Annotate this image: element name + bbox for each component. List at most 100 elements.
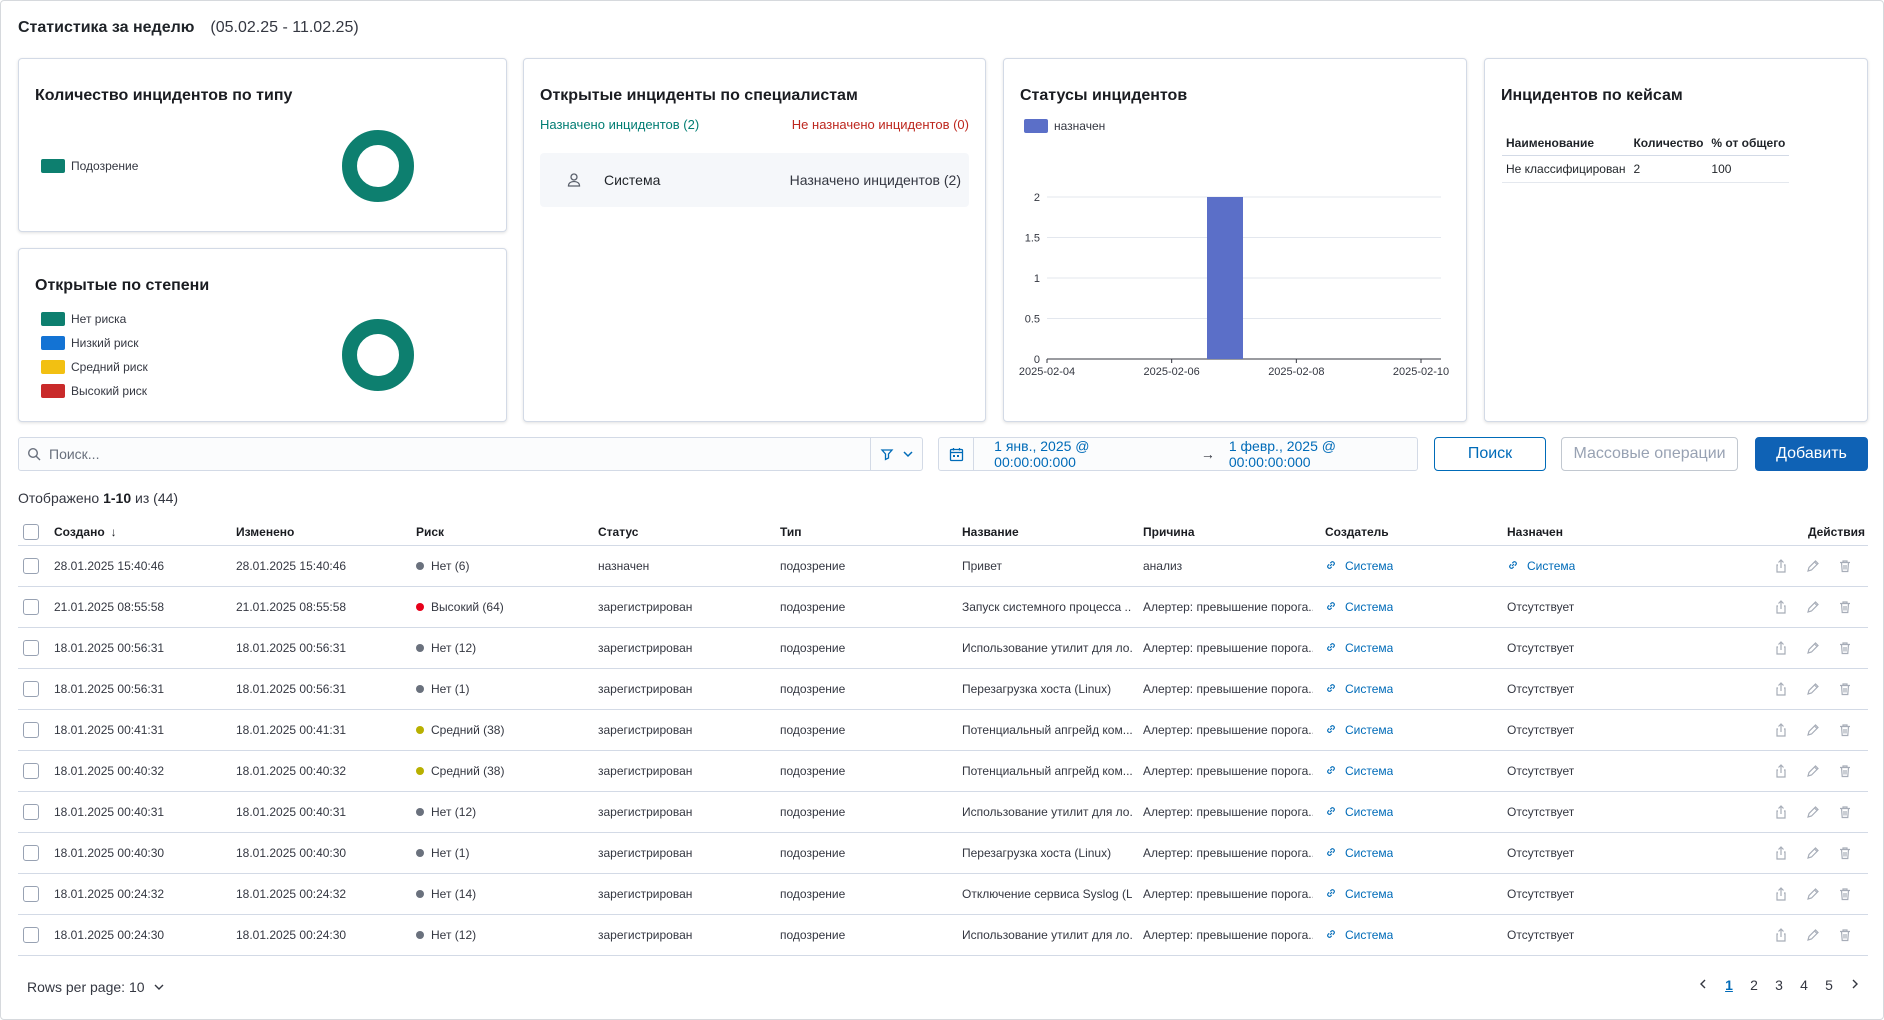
unassigned-count-link[interactable]: Не назначено инцидентов (0): [792, 117, 969, 132]
assignee-link[interactable]: Система: [1507, 559, 1575, 574]
calendar-icon[interactable]: [939, 438, 975, 470]
filter-button[interactable]: [870, 438, 922, 470]
cell-name[interactable]: Использование утилит для ло...: [962, 628, 1132, 668]
row-checkbox[interactable]: [23, 804, 39, 820]
row-checkbox[interactable]: [23, 927, 39, 943]
assigned-count-link[interactable]: Назначено инцидентов (2): [540, 117, 699, 132]
cell-name[interactable]: Перезагрузка хоста (Linux): [962, 669, 1132, 709]
cell-name[interactable]: Потенциальный апгрейд ком...: [962, 751, 1132, 791]
trash-icon[interactable]: [1836, 641, 1854, 655]
share-icon[interactable]: [1772, 723, 1790, 737]
table-row[interactable]: 21.01.2025 08:55:58 21.01.2025 08:55:58 Вы…: [18, 587, 1868, 628]
share-icon[interactable]: [1772, 682, 1790, 696]
col-status[interactable]: Статус: [598, 519, 638, 545]
page-5[interactable]: 5: [1824, 977, 1834, 993]
pencil-icon[interactable]: [1804, 600, 1822, 614]
table-row[interactable]: 28.01.2025 15:40:46 28.01.2025 15:40:46 Не…: [18, 546, 1868, 587]
col-reason[interactable]: Причина: [1143, 519, 1195, 545]
trash-icon[interactable]: [1836, 887, 1854, 901]
table-row[interactable]: 18.01.2025 00:24:32 18.01.2025 00:24:32 Не…: [18, 874, 1868, 915]
pencil-icon[interactable]: [1804, 682, 1822, 696]
col-assignee[interactable]: Назначен: [1507, 519, 1563, 545]
trash-icon[interactable]: [1836, 928, 1854, 942]
share-icon[interactable]: [1772, 764, 1790, 778]
row-checkbox[interactable]: [23, 722, 39, 738]
pencil-icon[interactable]: [1804, 723, 1822, 737]
row-checkbox[interactable]: [23, 845, 39, 861]
table-row[interactable]: 18.01.2025 00:56:31 18.01.2025 00:56:31 Не…: [18, 628, 1868, 669]
date-start[interactable]: 1 янв., 2025 @ 00:00:00:000: [994, 438, 1171, 470]
pencil-icon[interactable]: [1804, 928, 1822, 942]
creator-link[interactable]: Система: [1325, 600, 1393, 615]
col-created[interactable]: Создано ↓: [54, 519, 117, 545]
creator-link[interactable]: Система: [1325, 723, 1393, 738]
share-icon[interactable]: [1772, 559, 1790, 573]
share-icon[interactable]: [1772, 600, 1790, 614]
creator-link[interactable]: Система: [1325, 764, 1393, 779]
add-button[interactable]: Добавить: [1755, 437, 1868, 471]
date-end[interactable]: 1 февр., 2025 @ 00:00:00:000: [1229, 438, 1417, 470]
specialist-item[interactable]: Система Назначено инцидентов (2): [540, 153, 969, 207]
row-checkbox[interactable]: [23, 599, 39, 615]
trash-icon[interactable]: [1836, 764, 1854, 778]
page-3[interactable]: 3: [1774, 977, 1784, 993]
select-all-checkbox[interactable]: [23, 524, 39, 540]
page-2[interactable]: 2: [1749, 977, 1759, 993]
cell-name[interactable]: Отключение сервиса Syslog (L...: [962, 874, 1132, 914]
table-row[interactable]: 18.01.2025 00:40:32 18.01.2025 00:40:32 Ср…: [18, 751, 1868, 792]
cell-name[interactable]: Потенциальный апгрейд ком...: [962, 710, 1132, 750]
col-creator[interactable]: Создатель: [1325, 519, 1389, 545]
share-icon[interactable]: [1772, 846, 1790, 860]
creator-link[interactable]: Система: [1325, 559, 1393, 574]
table-row[interactable]: 18.01.2025 00:41:31 18.01.2025 00:41:31 Ср…: [18, 710, 1868, 751]
col-modified[interactable]: Изменено: [236, 519, 294, 545]
next-page-icon[interactable]: [1849, 977, 1861, 993]
trash-icon[interactable]: [1836, 559, 1854, 573]
creator-link[interactable]: Система: [1325, 682, 1393, 697]
share-icon[interactable]: [1772, 887, 1790, 901]
row-checkbox[interactable]: [23, 681, 39, 697]
share-icon[interactable]: [1772, 928, 1790, 942]
bulk-operations-button[interactable]: Массовые операции: [1561, 437, 1738, 471]
share-icon[interactable]: [1772, 805, 1790, 819]
col-risk[interactable]: Риск: [416, 519, 444, 545]
pencil-icon[interactable]: [1804, 887, 1822, 901]
table-row[interactable]: 18.01.2025 00:40:30 18.01.2025 00:40:30 Не…: [18, 833, 1868, 874]
creator-link[interactable]: Система: [1325, 887, 1393, 902]
pencil-icon[interactable]: [1804, 641, 1822, 655]
cell-name[interactable]: Перезагрузка хоста (Linux): [962, 833, 1132, 873]
trash-icon[interactable]: [1836, 600, 1854, 614]
creator-link[interactable]: Система: [1325, 805, 1393, 820]
cell-name[interactable]: Запуск системного процесса ...: [962, 587, 1132, 627]
cell-name[interactable]: Использование утилит для ло...: [962, 915, 1132, 955]
prev-page-icon[interactable]: [1697, 977, 1709, 993]
trash-icon[interactable]: [1836, 682, 1854, 696]
col-name[interactable]: Название: [962, 519, 1019, 545]
table-row[interactable]: 18.01.2025 00:24:30 18.01.2025 00:24:30 Не…: [18, 915, 1868, 956]
search-input[interactable]: [49, 446, 870, 462]
pencil-icon[interactable]: [1804, 846, 1822, 860]
cell-name[interactable]: Привет: [962, 546, 1132, 586]
table-row[interactable]: 18.01.2025 00:56:31 18.01.2025 00:56:31 Не…: [18, 669, 1868, 710]
pencil-icon[interactable]: [1804, 805, 1822, 819]
page-4[interactable]: 4: [1799, 977, 1809, 993]
row-checkbox[interactable]: [23, 640, 39, 656]
trash-icon[interactable]: [1836, 805, 1854, 819]
col-type[interactable]: Тип: [780, 519, 802, 545]
row-checkbox[interactable]: [23, 886, 39, 902]
creator-link[interactable]: Система: [1325, 928, 1393, 943]
search-button[interactable]: Поиск: [1434, 437, 1546, 471]
rows-per-page-select[interactable]: Rows per page: 10: [27, 979, 165, 995]
creator-link[interactable]: Система: [1325, 641, 1393, 656]
row-checkbox[interactable]: [23, 763, 39, 779]
share-icon[interactable]: [1772, 641, 1790, 655]
table-row[interactable]: 18.01.2025 00:40:31 18.01.2025 00:40:31 Не…: [18, 792, 1868, 833]
pencil-icon[interactable]: [1804, 764, 1822, 778]
trash-icon[interactable]: [1836, 723, 1854, 737]
page-1[interactable]: 1: [1724, 977, 1734, 993]
cell-name[interactable]: Использование утилит для ло...: [962, 792, 1132, 832]
creator-link[interactable]: Система: [1325, 846, 1393, 861]
trash-icon[interactable]: [1836, 846, 1854, 860]
row-checkbox[interactable]: [23, 558, 39, 574]
pencil-icon[interactable]: [1804, 559, 1822, 573]
